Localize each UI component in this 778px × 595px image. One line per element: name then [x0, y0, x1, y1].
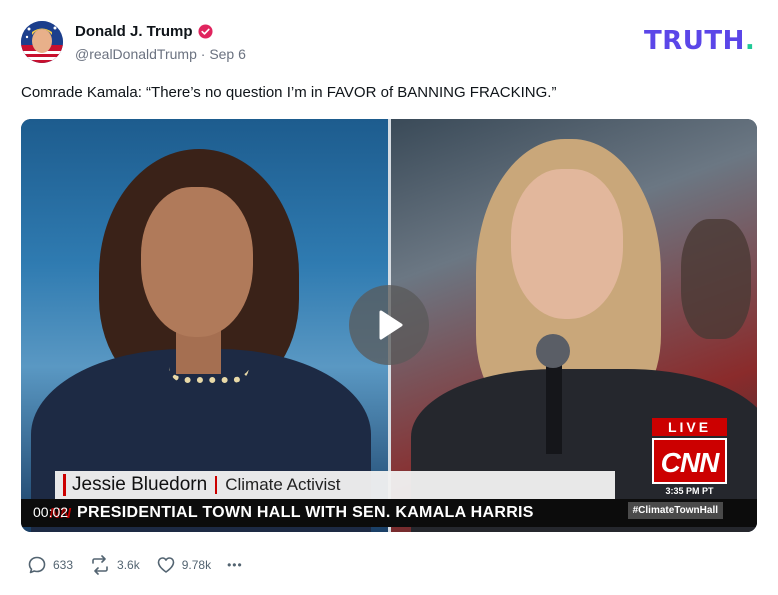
- author-meta: @realDonaldTrump · Sep 6: [75, 46, 246, 62]
- author-name-row: Donald J. Trump: [75, 23, 213, 40]
- retruth-icon: [92, 555, 108, 575]
- play-icon: [379, 310, 403, 340]
- microphone-head: [536, 334, 570, 368]
- reply-count: 633: [53, 558, 74, 572]
- play-button[interactable]: [349, 285, 429, 365]
- lower-third: Jessie Bluedorn Climate Activist: [55, 471, 615, 499]
- like-count: 9.78k: [181, 558, 212, 572]
- microphone-handle: [546, 364, 562, 454]
- retruth-count: 3.6k: [117, 558, 140, 572]
- verified-badge-icon: [197, 24, 213, 39]
- post-text: Comrade Kamala: “There’s no question I’m…: [21, 84, 557, 101]
- author-handle[interactable]: @realDonaldTrump: [75, 46, 197, 62]
- reply-icon: [28, 556, 46, 574]
- hashtag-badge: #ClimateTownHall: [627, 502, 723, 519]
- more-icon: •••: [227, 558, 243, 572]
- video-player[interactable]: LIVE CNN 3:35 PM PT Jessie Bluedorn Clim…: [21, 119, 757, 532]
- truth-logo[interactable]: TRUTH.: [644, 26, 755, 56]
- logo-dot: .: [744, 26, 756, 56]
- person-left-face: [141, 187, 253, 337]
- author-display-name[interactable]: Donald J. Trump: [75, 23, 193, 40]
- video-time: 00:02: [33, 504, 69, 520]
- necklace: [169, 367, 249, 383]
- network-logo: CNN: [652, 438, 727, 484]
- post-actions: 633 3.6k 9.78k •••: [27, 555, 259, 575]
- ticker-text: PRESIDENTIAL TOWN HALL WITH SEN. KAMALA …: [77, 504, 534, 521]
- heart-icon: [157, 557, 175, 573]
- person-right-face: [511, 169, 623, 319]
- like-button[interactable]: 9.78k: [156, 555, 211, 575]
- live-badge: LIVE CNN: [652, 418, 727, 488]
- lower-third-bar: [63, 474, 66, 496]
- post-date[interactable]: Sep 6: [209, 46, 246, 62]
- reply-button[interactable]: 633: [27, 555, 73, 575]
- background-person: [681, 219, 751, 339]
- lower-third-name: Jessie Bluedorn: [72, 474, 208, 495]
- more-options-button[interactable]: •••: [227, 558, 243, 572]
- live-label: LIVE: [652, 418, 727, 436]
- logo-text: TRUTH: [644, 26, 745, 56]
- avatar[interactable]: [21, 21, 63, 63]
- retruth-button[interactable]: 3.6k: [89, 555, 140, 575]
- broadcast-time: 3:35 PM PT: [665, 486, 714, 496]
- meta-separator: ·: [200, 46, 206, 62]
- lower-third-separator: [215, 476, 218, 494]
- lower-third-title: Climate Activist: [225, 475, 341, 494]
